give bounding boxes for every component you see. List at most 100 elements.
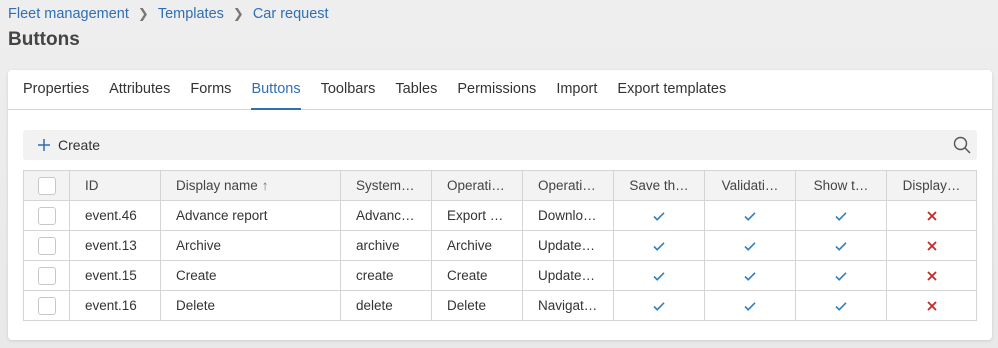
search-icon[interactable]	[953, 136, 971, 154]
grid-toolbar: Create	[23, 130, 977, 160]
table-row[interactable]: event.16 Delete delete Delete Navigati…	[23, 290, 977, 321]
select-all-cell	[23, 170, 70, 201]
tab-tables[interactable]: Tables	[395, 70, 437, 110]
row-checkbox[interactable]	[37, 236, 56, 255]
cell-operation-2: Update …	[522, 260, 614, 291]
cell-save	[613, 260, 705, 291]
sort-ascending-icon: ↑	[261, 178, 269, 193]
table-row[interactable]: event.46 Advance report Advanc… Export … Dow…	[23, 200, 977, 231]
create-button[interactable]: Create	[37, 130, 100, 160]
table-row[interactable]: event.13 Archive archive Archive Update …	[23, 230, 977, 261]
tab-attributes[interactable]: Attributes	[109, 70, 170, 110]
checkmark-icon	[835, 272, 847, 282]
checkmark-icon	[744, 272, 756, 282]
cross-icon	[926, 271, 937, 281]
column-header-display[interactable]: Display…	[886, 170, 977, 201]
cell-save	[613, 230, 705, 261]
cell-operation-2: Navigati…	[522, 290, 614, 321]
breadcrumb: Fleet management ❯ Templates ❯ Car reque…	[8, 6, 329, 22]
plus-icon	[38, 139, 50, 151]
tab-forms[interactable]: Forms	[190, 70, 231, 110]
chevron-right-icon: ❯	[232, 6, 244, 21]
tab-bar: Properties Attributes Forms Buttons Tool…	[8, 70, 992, 110]
column-header-operation-1[interactable]: Operati…	[431, 170, 523, 201]
select-all-checkbox[interactable]	[37, 176, 56, 195]
tab-import[interactable]: Import	[556, 70, 597, 110]
column-header-validation[interactable]: Validati…	[704, 170, 796, 201]
column-header-id[interactable]: ID	[69, 170, 161, 201]
cell-display	[886, 200, 977, 231]
row-checkbox[interactable]	[37, 266, 56, 285]
cell-system-name: delete	[340, 290, 432, 321]
cell-validation	[704, 290, 796, 321]
checkmark-icon	[835, 242, 847, 252]
checkmark-icon	[744, 212, 756, 222]
row-select-cell	[23, 230, 70, 261]
column-header-display-name-label: Display name	[176, 178, 258, 193]
breadcrumb-templates[interactable]: Templates	[158, 6, 224, 22]
row-select-cell	[23, 290, 70, 321]
cell-display-name: Delete	[160, 290, 341, 321]
cell-display	[886, 290, 977, 321]
checkmark-icon	[835, 302, 847, 312]
cell-id: event.13	[69, 230, 161, 261]
cell-id: event.46	[69, 200, 161, 231]
cell-display	[886, 230, 977, 261]
checkmark-icon	[653, 242, 665, 252]
cross-icon	[926, 241, 937, 251]
checkmark-icon	[744, 242, 756, 252]
cell-display-name: Create	[160, 260, 341, 291]
column-header-show[interactable]: Show t…	[795, 170, 887, 201]
tab-toolbars[interactable]: Toolbars	[321, 70, 376, 110]
checkmark-icon	[835, 212, 847, 222]
table-body: event.46 Advance report Advanc… Export … Dow…	[23, 200, 977, 321]
column-header-save[interactable]: Save th…	[613, 170, 705, 201]
tab-buttons[interactable]: Buttons	[251, 70, 301, 110]
checkmark-icon	[653, 302, 665, 312]
row-select-cell	[23, 260, 70, 291]
cell-display-name: Archive	[160, 230, 341, 261]
cell-display-name: Advance report	[160, 200, 341, 231]
breadcrumb-fleet-management[interactable]: Fleet management	[8, 6, 129, 22]
cell-display	[886, 260, 977, 291]
table-header-row: ID Display name ↑ System… Operati… Operat…	[23, 170, 977, 201]
cell-validation	[704, 200, 796, 231]
cell-validation	[704, 230, 796, 261]
cell-validation	[704, 260, 796, 291]
tab-export-templates[interactable]: Export templates	[617, 70, 726, 110]
cell-operation-2: Downlo…	[522, 200, 614, 231]
cell-system-name: Advanc…	[340, 200, 432, 231]
checkmark-icon	[653, 212, 665, 222]
row-select-cell	[23, 200, 70, 231]
chevron-right-icon: ❯	[137, 6, 149, 21]
tab-properties[interactable]: Properties	[23, 70, 89, 110]
column-header-system-name[interactable]: System…	[340, 170, 432, 201]
cell-save	[613, 290, 705, 321]
checkmark-icon	[744, 302, 756, 312]
cell-show	[795, 230, 887, 261]
cell-id: event.15	[69, 260, 161, 291]
row-checkbox[interactable]	[37, 296, 56, 315]
breadcrumb-car-request[interactable]: Car request	[253, 6, 329, 22]
checkmark-icon	[653, 272, 665, 282]
cross-icon	[926, 301, 937, 311]
cell-save	[613, 200, 705, 231]
tab-permissions[interactable]: Permissions	[457, 70, 536, 110]
column-header-operation-2[interactable]: Operati…	[522, 170, 614, 201]
cell-system-name: archive	[340, 230, 432, 261]
cell-operation-1: Create	[431, 260, 523, 291]
cell-show	[795, 260, 887, 291]
cross-icon	[926, 211, 937, 221]
cell-operation-2: Update …	[522, 230, 614, 261]
column-header-display-name[interactable]: Display name ↑	[160, 170, 341, 201]
cell-show	[795, 200, 887, 231]
create-button-label: Create	[58, 137, 101, 153]
page-title: Buttons	[8, 29, 80, 50]
cell-operation-1: Delete	[431, 290, 523, 321]
buttons-table: ID Display name ↑ System… Operati… Operat…	[23, 170, 977, 321]
row-checkbox[interactable]	[37, 206, 56, 225]
cell-id: event.16	[69, 290, 161, 321]
cell-operation-1: Archive	[431, 230, 523, 261]
cell-operation-1: Export …	[431, 200, 523, 231]
table-row[interactable]: event.15 Create create Create Update …	[23, 260, 977, 291]
